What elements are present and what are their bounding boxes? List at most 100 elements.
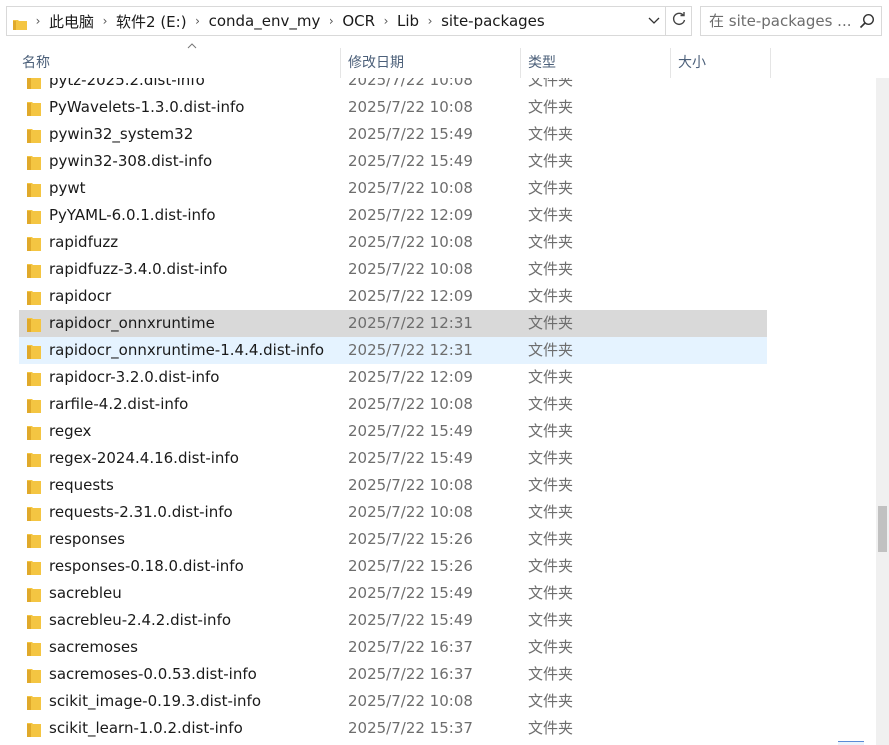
file-name[interactable]: rarfile-4.2.dist-info [49, 391, 188, 418]
file-row[interactable]: scikit_image-0.19.3.dist-info 2025/7/22 1… [0, 688, 876, 715]
file-row[interactable]: rapidfuzz 2025/7/22 10:08 文件夹 [0, 229, 876, 256]
file-type: 文件夹 [528, 692, 574, 710]
file-date: 2025/7/22 10:08 [348, 78, 473, 89]
breadcrumb-site-packages[interactable]: site-packages [441, 12, 545, 30]
file-row[interactable]: rapidfuzz-3.4.0.dist-info 2025/7/22 10:08… [0, 256, 876, 283]
file-row[interactable]: PyWavelets-1.3.0.dist-info 2025/7/22 10:0… [0, 94, 876, 121]
refresh-button[interactable] [666, 6, 692, 36]
file-row[interactable]: regex 2025/7/22 15:49 文件夹 [0, 418, 876, 445]
file-row[interactable]: pywin32-308.dist-info 2025/7/22 15:49 文件夹 [0, 148, 876, 175]
file-type: 文件夹 [528, 179, 574, 197]
file-row[interactable]: rarfile-4.2.dist-info 2025/7/22 10:08 文件夹 [0, 391, 876, 418]
column-name[interactable]: 名称 [15, 43, 341, 78]
address-bar[interactable]: › 此电脑 › 软件2 (E:) › conda_env_my › OCR › … [6, 6, 666, 36]
file-list: pytz-2025.2.dist-info 2025/7/22 10:08 文件夹 P… [0, 78, 876, 745]
file-type: 文件夹 [528, 449, 574, 467]
file-type: 文件夹 [528, 341, 574, 359]
file-type: 文件夹 [528, 638, 574, 656]
breadcrumb-drive[interactable]: 软件2 (E:) [116, 11, 187, 32]
file-name[interactable]: sacrebleu-2.4.2.dist-info [49, 607, 231, 634]
breadcrumb-ocr[interactable]: OCR [342, 12, 375, 30]
file-name[interactable]: pytz-2025.2.dist-info [49, 78, 205, 94]
file-name[interactable]: requests-2.31.0.dist-info [49, 499, 233, 526]
file-name[interactable]: PyWavelets-1.3.0.dist-info [49, 94, 244, 121]
file-name[interactable]: pywin32_system32 [49, 121, 193, 148]
folder-icon [27, 316, 41, 332]
chevron-right-icon[interactable]: › [375, 14, 397, 28]
file-name[interactable]: regex-2024.4.16.dist-info [49, 445, 239, 472]
chevron-right-icon[interactable]: › [27, 14, 49, 28]
folder-icon [27, 721, 41, 737]
file-row[interactable]: sacrebleu 2025/7/22 15:49 文件夹 [0, 580, 876, 607]
folder-icon [27, 424, 41, 440]
file-name[interactable]: rapidocr [49, 283, 111, 310]
chevron-right-icon[interactable]: › [419, 14, 441, 28]
file-name[interactable]: requests [49, 472, 114, 499]
file-name[interactable]: responses-0.18.0.dist-info [49, 553, 244, 580]
file-row[interactable]: regex-2024.4.16.dist-info 2025/7/22 15:49… [0, 445, 876, 472]
file-name[interactable]: rapidocr-3.2.0.dist-info [49, 364, 219, 391]
file-name[interactable]: rapidocr_onnxruntime [49, 310, 215, 337]
folder-icon [27, 559, 41, 575]
file-row[interactable]: responses 2025/7/22 15:26 文件夹 [0, 526, 876, 553]
file-type: 文件夹 [528, 422, 574, 440]
file-type: 文件夹 [528, 125, 574, 143]
column-date[interactable]: 修改日期 [341, 48, 521, 78]
file-row[interactable]: requests 2025/7/22 10:08 文件夹 [0, 472, 876, 499]
file-name[interactable]: scikit_learn-1.0.2.dist-info [49, 715, 243, 742]
file-row[interactable]: sacremoses-0.0.53.dist-info 2025/7/22 16:… [0, 661, 876, 688]
search-input[interactable] [709, 12, 857, 30]
file-name[interactable]: responses [49, 526, 125, 553]
chevron-right-icon[interactable]: › [187, 14, 209, 28]
file-name[interactable]: sacrebleu [49, 580, 122, 607]
file-date: 2025/7/22 15:49 [348, 584, 473, 602]
file-row[interactable]: responses-0.18.0.dist-info 2025/7/22 15:2… [0, 553, 876, 580]
breadcrumb-conda-env[interactable]: conda_env_my [209, 12, 321, 30]
folder-icon [27, 181, 41, 197]
file-name[interactable]: PyYAML-6.0.1.dist-info [49, 202, 216, 229]
file-type: 文件夹 [528, 395, 574, 413]
chevron-down-icon[interactable] [645, 11, 663, 31]
file-row[interactable]: rapidocr-3.2.0.dist-info 2025/7/22 12:09 文… [0, 364, 876, 391]
file-row[interactable]: rapidocr 2025/7/22 12:09 文件夹 [0, 283, 876, 310]
file-row[interactable]: pywt 2025/7/22 10:08 文件夹 [0, 175, 876, 202]
folder-icon [27, 478, 41, 494]
search-box[interactable] [700, 6, 882, 36]
file-name[interactable]: regex [49, 418, 91, 445]
file-date: 2025/7/22 10:08 [348, 260, 473, 278]
column-type-label: 类型 [528, 55, 556, 71]
file-row[interactable]: pywin32_system32 2025/7/22 15:49 文件夹 [0, 121, 876, 148]
file-row[interactable]: requests-2.31.0.dist-info 2025/7/22 10:08… [0, 499, 876, 526]
file-row[interactable]: sacrebleu-2.4.2.dist-info 2025/7/22 15:49… [0, 607, 876, 634]
chevron-right-icon[interactable]: › [320, 14, 342, 28]
folder-icon [27, 694, 41, 710]
column-size[interactable]: 大小 [671, 48, 771, 78]
file-type: 文件夹 [528, 260, 574, 278]
file-date: 2025/7/22 15:49 [348, 152, 473, 170]
view-toggle-button[interactable] [838, 741, 864, 745]
file-date: 2025/7/22 10:08 [348, 179, 473, 197]
breadcrumb-lib[interactable]: Lib [397, 12, 419, 30]
scrollbar-thumb[interactable] [878, 506, 887, 552]
file-name[interactable]: pywin32-308.dist-info [49, 148, 212, 175]
file-date: 2025/7/22 10:08 [348, 692, 473, 710]
file-name[interactable]: scikit_image-0.19.3.dist-info [49, 688, 261, 715]
file-row[interactable]: PyYAML-6.0.1.dist-info 2025/7/22 12:09 文件夹 [0, 202, 876, 229]
search-icon[interactable] [859, 13, 875, 29]
file-row[interactable]: scikit_learn-1.0.2.dist-info 2025/7/22 15… [0, 715, 876, 742]
folder-icon [27, 235, 41, 251]
file-name[interactable]: rapidfuzz [49, 229, 118, 256]
file-row[interactable]: rapidocr_onnxruntime-1.4.4.dist-info 2025… [0, 337, 876, 364]
file-name[interactable]: rapidocr_onnxruntime-1.4.4.dist-info [49, 337, 324, 364]
file-row[interactable]: sacremoses 2025/7/22 16:37 文件夹 [0, 634, 876, 661]
file-name[interactable]: sacremoses [49, 634, 138, 661]
chevron-right-icon[interactable]: › [94, 14, 116, 28]
file-name[interactable]: rapidfuzz-3.4.0.dist-info [49, 256, 227, 283]
file-row[interactable]: pytz-2025.2.dist-info 2025/7/22 10:08 文件夹 [0, 78, 876, 94]
vertical-scrollbar[interactable] [876, 78, 889, 745]
file-row[interactable]: rapidocr_onnxruntime 2025/7/22 12:31 文件夹 [0, 310, 876, 337]
breadcrumb-this-pc[interactable]: 此电脑 [49, 11, 94, 32]
file-name[interactable]: pywt [49, 175, 86, 202]
column-type[interactable]: 类型 [521, 48, 671, 78]
file-name[interactable]: sacremoses-0.0.53.dist-info [49, 661, 257, 688]
